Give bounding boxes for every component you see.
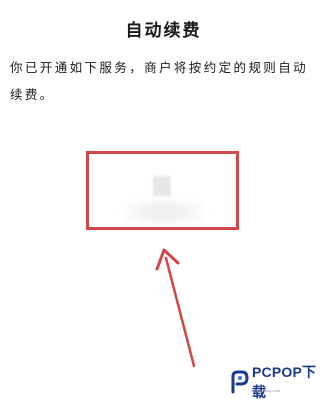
pointer-arrow [155,248,196,368]
pcpop-logo-icon [229,370,249,394]
watermark-brand-text: PCPOP下载 [252,364,317,400]
watermark-tagline: www.pcpop.com [251,388,281,393]
watermark-logo: PCPOP下载 www.pcpop.com [229,364,327,400]
